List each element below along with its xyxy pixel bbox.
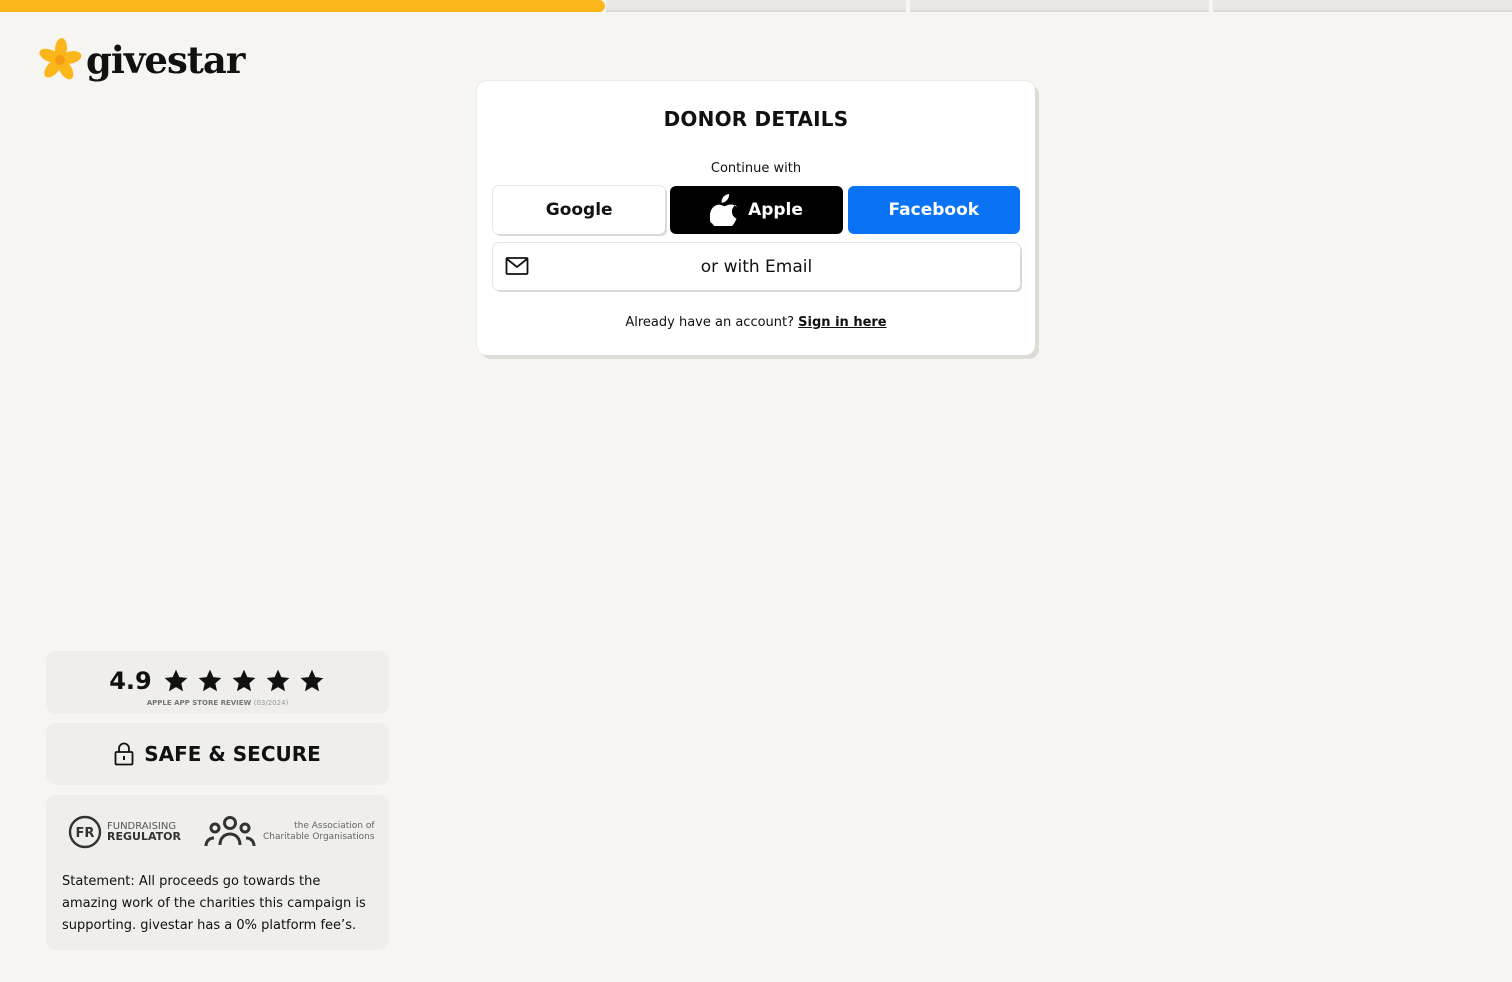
progress-segment xyxy=(1212,0,1512,12)
apple-icon xyxy=(710,194,738,226)
google-button[interactable]: Google xyxy=(493,186,666,234)
signin-link[interactable]: Sign in here xyxy=(798,315,886,330)
progress-segment xyxy=(909,0,1209,12)
card-title: DONOR DETAILS xyxy=(663,107,849,131)
rating-source: APPLE APP STORE REVIEW (03/2024) xyxy=(46,699,389,707)
rating-row: 4.9 xyxy=(46,667,389,695)
svg-text:FR: FR xyxy=(76,826,95,841)
donor-details-card: DONOR DETAILS Continue with Google Apple… xyxy=(477,81,1035,355)
rating-panel: 4.9 APPLE APP STORE REVIEW (03/2024) xyxy=(46,651,389,714)
apple-button-label: Apple xyxy=(748,200,803,220)
star-icon xyxy=(164,669,188,692)
star-flower-icon xyxy=(39,38,82,80)
trust-panel: FR FUNDRAISING REGULATOR the Association xyxy=(46,795,389,950)
google-button-label: Google xyxy=(545,200,613,220)
email-button[interactable]: or with Email xyxy=(493,243,1020,290)
email-button-label: or with Email xyxy=(700,256,813,277)
rating-source-label: APPLE APP STORE REVIEW xyxy=(146,699,252,707)
secure-panel: SAFE & SECURE xyxy=(46,723,389,785)
secure-label: SAFE & SECURE xyxy=(144,742,321,766)
brand-logo[interactable]: givestar xyxy=(38,37,245,82)
signin-prompt: Already have an account? xyxy=(625,315,795,330)
continue-with-label: Continue with xyxy=(710,161,802,176)
signin-line: Already have an account? Sign in here xyxy=(477,315,1035,330)
star-icon xyxy=(198,669,222,692)
progress-fill xyxy=(0,0,605,12)
mail-icon xyxy=(505,257,529,275)
progress-segment xyxy=(606,0,906,12)
aco-badge: the Association of Charitable Organisati… xyxy=(203,815,375,849)
lock-icon xyxy=(114,742,134,766)
apple-button[interactable]: Apple xyxy=(670,186,843,234)
star-icon xyxy=(232,669,256,692)
facebook-button-label: Facebook xyxy=(888,200,980,220)
social-login-row: Google Apple Facebook xyxy=(493,186,1020,234)
trust-badges: FR FUNDRAISING REGULATOR the Association xyxy=(68,815,375,849)
fundraising-regulator-text: FUNDRAISING REGULATOR xyxy=(107,821,181,843)
aco-line2: Charitable Organisations xyxy=(262,832,375,842)
star-icon xyxy=(300,669,324,692)
fundraising-regulator-logo: FR xyxy=(68,815,102,849)
rating-date: (03/2024) xyxy=(253,699,289,707)
fundraising-regulator-badge: FR FUNDRAISING REGULATOR xyxy=(68,815,181,849)
fr-line2: REGULATOR xyxy=(107,829,181,843)
aco-text: the Association of Charitable Organisati… xyxy=(263,821,375,843)
aco-line1: the Association of xyxy=(294,821,375,831)
rating-value: 4.9 xyxy=(109,667,152,695)
statement-text: Statement: All proceeds go towards the a… xyxy=(62,874,366,933)
people-group-icon xyxy=(204,816,256,847)
facebook-button[interactable]: Facebook xyxy=(847,186,1020,234)
brand-name: givestar xyxy=(86,37,245,82)
star-icon xyxy=(266,669,290,692)
